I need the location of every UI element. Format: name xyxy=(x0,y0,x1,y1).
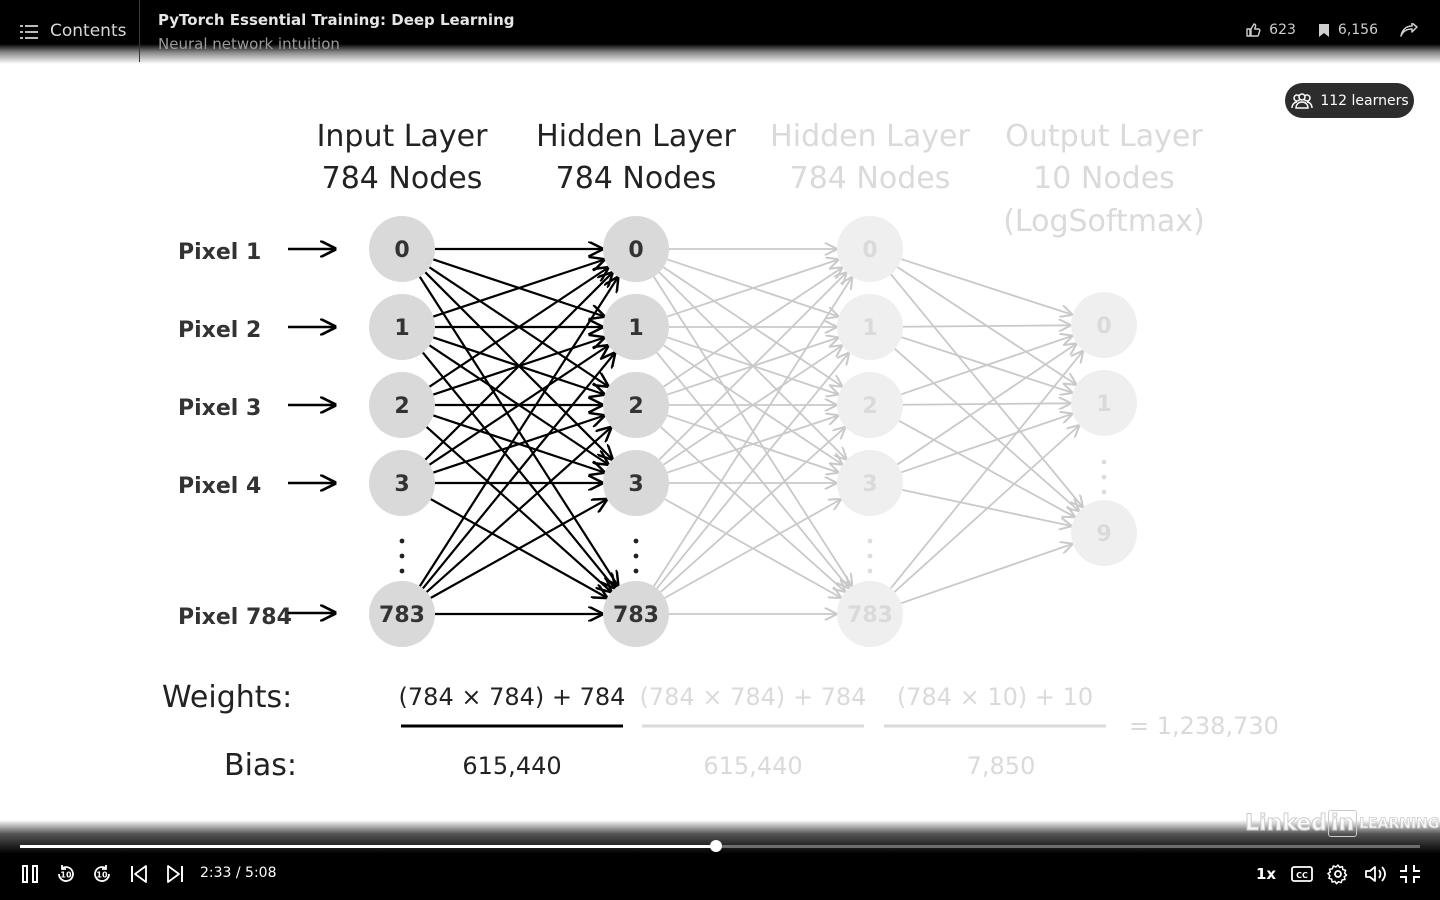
weight-expr-2: (784 × 784) + 784 xyxy=(640,683,867,711)
contents-button[interactable]: Contents xyxy=(0,0,139,64)
neuron-label: 0 xyxy=(862,238,877,263)
top-bar: Contents PyTorch Essential Training: Dee… xyxy=(0,0,1440,64)
playback-speed-button[interactable]: 1x xyxy=(1252,860,1280,888)
layer-1-size: 784 Nodes xyxy=(322,161,483,196)
connection-arrow-faded xyxy=(890,351,1083,589)
neuron-label: 783 xyxy=(847,603,893,628)
linkedin-learning-logo: Linked in LEARNING xyxy=(1245,810,1440,837)
layer-2-title: Hidden Layer xyxy=(536,119,736,154)
header-actions: 623 6,156 xyxy=(1231,22,1418,38)
bookmark-icon xyxy=(1318,23,1329,37)
layer-4-title: Output Layer xyxy=(1005,119,1203,154)
param-count-3: 7,850 xyxy=(967,752,1036,780)
progress-handle[interactable] xyxy=(709,840,722,852)
previous-button[interactable] xyxy=(128,860,150,888)
header-divider xyxy=(139,0,140,62)
list-icon xyxy=(20,25,38,39)
share-button[interactable] xyxy=(1400,23,1418,37)
progress-fill xyxy=(20,845,716,848)
learners-badge[interactable]: 112 learners xyxy=(1285,83,1414,118)
exit-fullscreen-icon xyxy=(1400,865,1420,883)
neuron-label: 0 xyxy=(394,238,409,263)
progress-bar[interactable] xyxy=(20,840,1420,852)
svg-text:10: 10 xyxy=(96,871,108,880)
like-count: 623 xyxy=(1269,22,1296,38)
layer-3-size: 784 Nodes xyxy=(790,161,951,196)
volume-icon xyxy=(1365,866,1386,882)
neuron-label: 783 xyxy=(613,603,659,628)
neuron-label: 2 xyxy=(628,394,643,419)
pixel-label: Pixel 784 xyxy=(178,605,292,630)
ellipsis-dots-faded xyxy=(867,459,1107,574)
save-button[interactable]: 6,156 xyxy=(1318,22,1378,38)
neuron-label: 3 xyxy=(394,472,409,497)
slide-diagram: 0 1 2 3 783 0 1 2 3 783 0 1 2 3 783 0 1 9 Input Layer 784… xyxy=(162,119,1279,783)
next-icon xyxy=(167,865,183,883)
save-count: 6,156 xyxy=(1337,22,1378,38)
layer-3-title: Hidden Layer xyxy=(770,119,970,154)
layer-4-size: 10 Nodes xyxy=(1033,161,1175,196)
svg-text:10: 10 xyxy=(60,871,72,880)
neuron-label: 0 xyxy=(628,238,643,263)
neuron-label: 3 xyxy=(628,472,643,497)
share-icon xyxy=(1400,23,1418,37)
learners-count: 112 learners xyxy=(1320,92,1409,109)
weight-expr-3: (784 × 10) + 10 xyxy=(897,683,1093,711)
neuron-label: 2 xyxy=(862,394,877,419)
exit-fullscreen-button[interactable] xyxy=(1398,860,1422,888)
neuron-label: 1 xyxy=(628,316,643,341)
time-display: 2:33 / 5:08 xyxy=(200,865,277,881)
neuron-label: 9 xyxy=(1096,522,1111,547)
video-title: Neural network intuition xyxy=(158,35,340,53)
layer-1-title: Input Layer xyxy=(317,119,489,154)
connection-arrow-faded xyxy=(893,426,1079,593)
skip-back-button[interactable]: 10 xyxy=(54,860,78,888)
pause-button[interactable] xyxy=(18,860,42,888)
gear-icon xyxy=(1327,864,1348,885)
pause-icon xyxy=(22,865,38,883)
next-button[interactable] xyxy=(164,860,186,888)
logo-learning: LEARNING xyxy=(1359,815,1440,832)
thumbs-up-icon xyxy=(1246,23,1261,37)
skip-forward-button[interactable]: 10 xyxy=(90,860,114,888)
group-icon xyxy=(1291,92,1314,109)
connection-arrow-faded xyxy=(902,325,1070,326)
logo-linked: Linked xyxy=(1245,811,1328,837)
weight-expr-1: (784 × 784) + 784 xyxy=(399,683,626,711)
weights-label: Weights: xyxy=(162,680,292,715)
settings-button[interactable] xyxy=(1326,860,1350,888)
svg-text:CC: CC xyxy=(1296,871,1308,880)
neuron-label: 1 xyxy=(862,316,877,341)
pixel-label: Pixel 4 xyxy=(178,474,261,499)
neuron-label: 1 xyxy=(394,316,409,341)
connection-arrow-faded xyxy=(900,544,1072,605)
pixel-label: Pixel 2 xyxy=(178,318,261,343)
neuron-label: 2 xyxy=(394,394,409,419)
neuron-label: 0 xyxy=(1096,314,1111,339)
param-count-2: 615,440 xyxy=(703,752,802,780)
captions-button[interactable]: CC xyxy=(1290,860,1314,888)
layer-2-size: 784 Nodes xyxy=(556,161,717,196)
course-title: PyTorch Essential Training: Deep Learnin… xyxy=(158,11,515,29)
volume-button[interactable] xyxy=(1363,860,1389,888)
player-controls: 10 10 2:33 / 5:08 1x CC xyxy=(0,820,1440,900)
connection-arrow-faded xyxy=(894,348,1079,511)
neuron-label: 1 xyxy=(1096,392,1111,417)
neuron-label: 783 xyxy=(379,603,425,628)
closed-captions-icon: CC xyxy=(1291,866,1313,882)
layer-4-activation: (LogSoftmax) xyxy=(1003,204,1205,239)
previous-icon xyxy=(131,865,147,883)
ellipsis-dots xyxy=(399,538,639,574)
param-count-1: 615,440 xyxy=(462,752,561,780)
total-params: = 1,238,730 xyxy=(1129,712,1279,740)
pixel-label: Pixel 1 xyxy=(178,240,261,265)
neuron-label: 3 xyxy=(862,472,877,497)
bias-label: Bias: xyxy=(224,748,297,783)
rewind-10-icon: 10 xyxy=(58,865,74,882)
contents-label: Contents xyxy=(50,21,127,41)
pixel-label: Pixel 3 xyxy=(178,396,261,421)
like-button[interactable]: 623 xyxy=(1245,22,1296,38)
logo-in: in xyxy=(1327,810,1358,837)
forward-10-icon: 10 xyxy=(94,865,110,882)
